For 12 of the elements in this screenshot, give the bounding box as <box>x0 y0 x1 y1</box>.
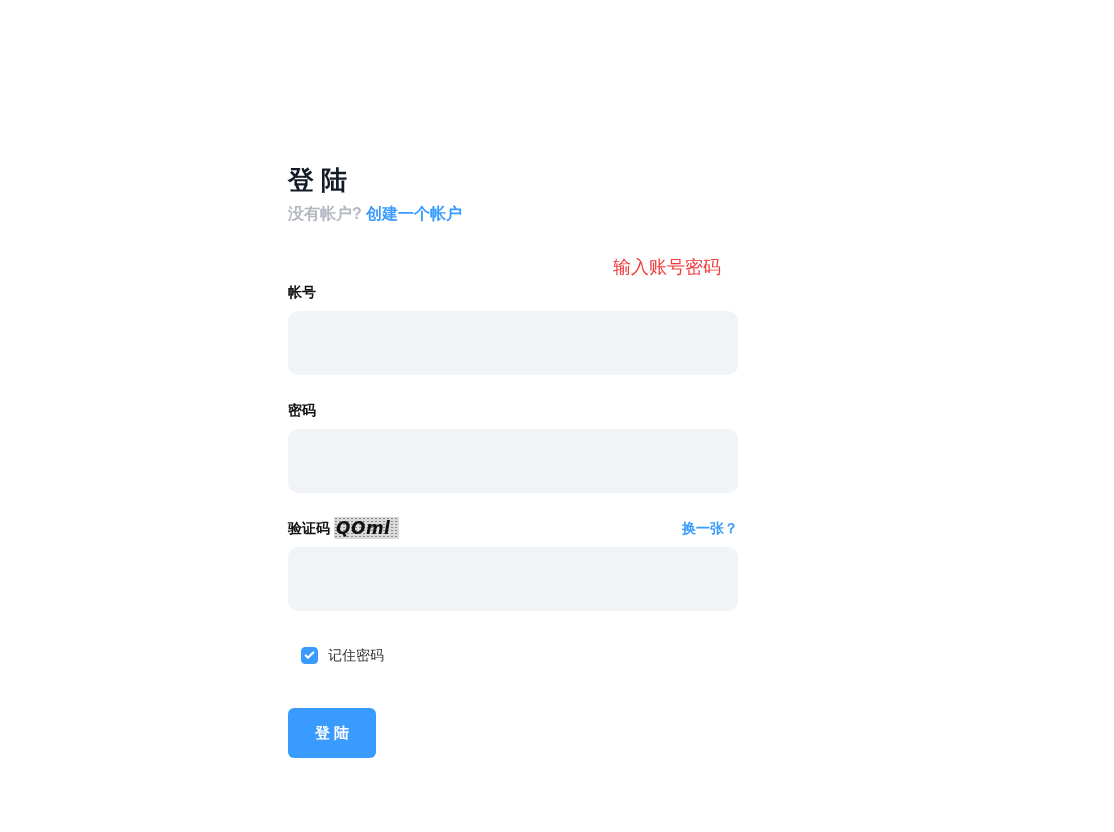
password-label: 密码 <box>288 401 316 420</box>
captcha-image[interactable]: QOml <box>334 517 399 539</box>
signup-prompt: 没有帐户? <box>288 204 362 224</box>
remember-label: 记住密码 <box>328 646 384 665</box>
login-button[interactable]: 登 陆 <box>288 708 376 758</box>
account-label: 帐号 <box>288 283 316 302</box>
hint-text: 输入账号密码 <box>613 256 721 279</box>
remember-checkbox[interactable] <box>301 646 318 664</box>
captcha-label: 验证码 <box>288 519 330 538</box>
refresh-captcha-link[interactable]: 换一张？ <box>682 517 738 539</box>
create-account-link[interactable]: 创建一个帐户 <box>365 203 462 225</box>
page-heading: 登 陆 <box>288 164 349 197</box>
